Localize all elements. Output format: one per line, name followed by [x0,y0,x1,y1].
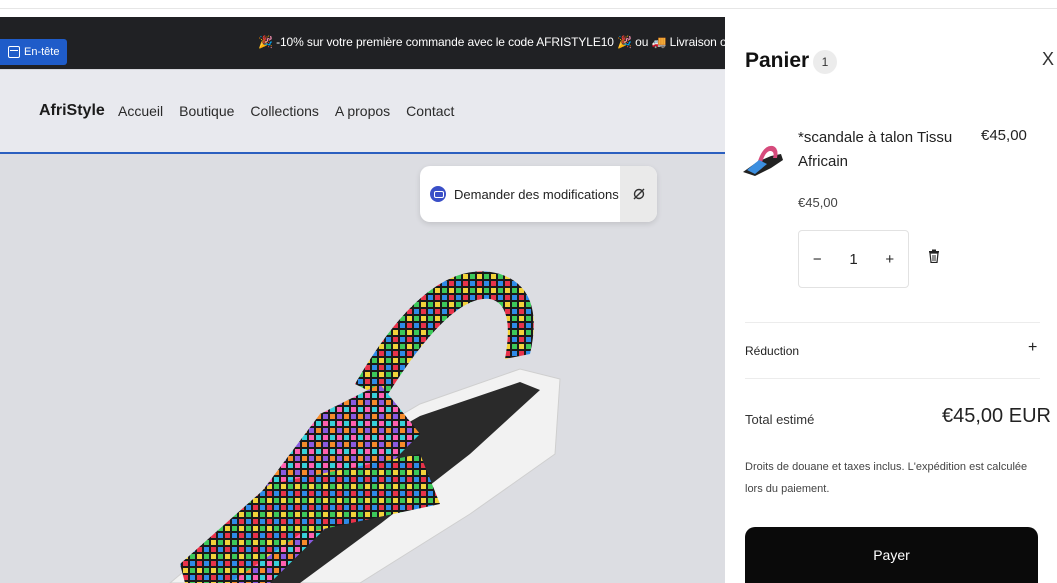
quantity-stepper: − 1 + [798,230,909,288]
main-nav: Accueil Boutique Collections A propos Co… [118,103,470,119]
hide-overlay-button[interactable] [620,166,657,222]
ask-for-changes-pill[interactable]: Demander des modifications [420,166,657,222]
cart-item-thumbnail [743,145,783,176]
storefront-preview: En-tête 🎉 -10% sur votre première comman… [0,17,725,583]
announcement-message: 🎉 -10% sur votre première commande avec … [258,35,725,49]
assistant-avatar-icon [430,186,446,202]
nav-link-boutique[interactable]: Boutique [179,103,234,119]
divider [745,322,1040,323]
taxes-note: Droits de douane et taxes inclus. L'expé… [745,461,1028,495]
site-header: AfriStyle Accueil Boutique Collections A… [0,70,725,154]
divider [745,378,1040,379]
header-section-badge[interactable]: En-tête [0,39,68,65]
announcement-bar: En-tête 🎉 -10% sur votre première comman… [0,17,725,69]
browser-top-edge [0,0,1057,9]
header-badge-label: En-tête [24,46,60,58]
increase-quantity-button[interactable]: + [885,251,894,268]
nav-link-collections[interactable]: Collections [250,103,318,119]
section-icon [8,46,20,58]
cart-drawer: Panier 1 X *scandale à talon Tissu Afric… [725,17,1057,583]
nav-link-apropos[interactable]: A propos [335,103,390,119]
checkout-button-label: Payer [873,547,910,563]
checkout-button[interactable]: Payer [745,527,1038,583]
add-discount-button[interactable]: + [1028,339,1037,357]
cart-title: Panier [745,49,810,72]
decrease-quantity-button[interactable]: − [813,251,822,268]
site-logo[interactable]: AfriStyle [39,102,105,120]
cart-count-badge: 1 [813,50,837,74]
estimated-total-label: Total estimé [745,412,815,427]
cart-item-name[interactable]: *scandale à talon Tissu Africain [798,126,958,174]
trash-icon[interactable] [928,249,940,263]
cart-item-unit-price: €45,00 [798,195,838,210]
close-cart-button[interactable]: X [1042,49,1054,70]
ask-for-changes-label: Demander des modifications [454,186,619,202]
quantity-value[interactable]: 1 [849,251,857,268]
estimated-total-value: €45,00 EUR [942,405,1051,427]
nav-link-contact[interactable]: Contact [406,103,454,119]
discount-label[interactable]: Réduction [745,344,799,358]
eye-slash-icon [633,188,644,200]
cart-item-line-total: €45,00 [981,127,1027,144]
nav-link-accueil[interactable]: Accueil [118,103,163,119]
